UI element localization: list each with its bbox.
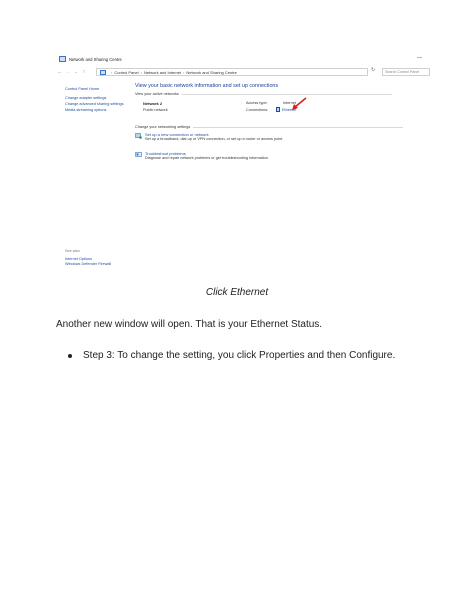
body-paragraph: Another new window will open. That is yo…: [56, 319, 323, 330]
network-type: Public network: [143, 108, 168, 112]
link-windows-defender-firewall[interactable]: Windows Defender Firewall: [65, 262, 135, 267]
window-title: Network and Sharing Centre: [69, 56, 122, 62]
breadcrumb-network-sharing[interactable]: Network and Sharing Centre: [186, 70, 236, 75]
section-divider: [181, 93, 392, 95]
breadcrumb-separator-icon: ›: [140, 69, 142, 75]
active-network: Network 2 Public network Access type: In…: [135, 97, 427, 123]
network-sharing-screenshot: Network and Sharing Centre — ← → ⌄ ↑ › C…: [56, 53, 432, 268]
task-new-connection: Set up a new connection or network Set u…: [135, 132, 427, 148]
breadcrumb-separator-icon: ›: [183, 69, 185, 75]
task-troubleshoot: Troubleshoot problems Diagnose and repai…: [135, 151, 427, 167]
nav-change-adapter-settings[interactable]: Change adapter settings: [65, 96, 127, 101]
forward-arrow-icon[interactable]: →: [64, 69, 72, 75]
back-arrow-icon[interactable]: ←: [56, 69, 64, 75]
active-networks-label: View your active networks: [135, 92, 179, 96]
bullet-text: Step 3: To change the setting, you click…: [83, 350, 396, 361]
red-arrow-icon: [292, 97, 307, 110]
nav-control-panel-home[interactable]: Control Panel Home: [65, 87, 127, 92]
nav-media-streaming[interactable]: Media streaming options: [65, 108, 127, 113]
figure-caption: Click Ethernet: [205, 287, 269, 298]
main-panel: View your basic network information and …: [135, 83, 427, 167]
active-networks-section: View your active networks: [135, 92, 427, 96]
breadcrumb-separator-icon: ›: [111, 69, 113, 75]
ethernet-icon: [276, 107, 280, 112]
refresh-icon[interactable]: ↻: [371, 67, 375, 73]
troubleshoot-desc: Diagnose and repair network problems or …: [145, 156, 269, 160]
breadcrumb-control-panel[interactable]: Control Panel: [114, 70, 138, 75]
bullet-icon: [68, 353, 72, 358]
set-up-connection-desc: Set up a broadband, dial-up or VPN conne…: [145, 137, 284, 141]
nav-change-advanced-sharing[interactable]: Change advanced sharing settings: [65, 102, 127, 107]
troubleshoot-icon: [135, 152, 142, 157]
network-centre-icon: [59, 56, 66, 62]
new-connection-icon: [135, 133, 142, 139]
left-nav: Control Panel Home Change adapter settin…: [65, 87, 127, 114]
section-divider: [193, 126, 404, 128]
address-bar-row: ← → ⌄ ↑ › Control Panel › Network and In…: [56, 67, 432, 77]
main-heading: View your basic network information and …: [135, 83, 279, 89]
window-titlebar: Network and Sharing Centre —: [56, 53, 432, 65]
change-settings-label: Change your networking settings: [135, 125, 191, 129]
bullet-item: Step 3: To change the setting, you click…: [68, 350, 395, 361]
network-name: Network 2: [143, 101, 163, 106]
see-also-heading: See also: [65, 249, 80, 253]
connections-label: Connections:: [246, 108, 269, 112]
breadcrumb-network-internet[interactable]: Network and Internet: [144, 70, 181, 75]
breadcrumb[interactable]: › Control Panel › Network and Internet ›…: [96, 68, 368, 76]
access-type-label: Access type:: [246, 101, 268, 105]
see-also: See also Internet Options Windows Defend…: [65, 239, 135, 267]
search-input[interactable]: Search Control Panel: [382, 68, 430, 76]
up-arrow-icon[interactable]: ↑: [80, 69, 88, 75]
minimize-button[interactable]: —: [417, 55, 422, 61]
change-settings-section: Change your networking settings: [135, 125, 427, 129]
recent-chevron-icon[interactable]: ⌄: [72, 69, 80, 75]
control-panel-icon: [100, 69, 106, 75]
